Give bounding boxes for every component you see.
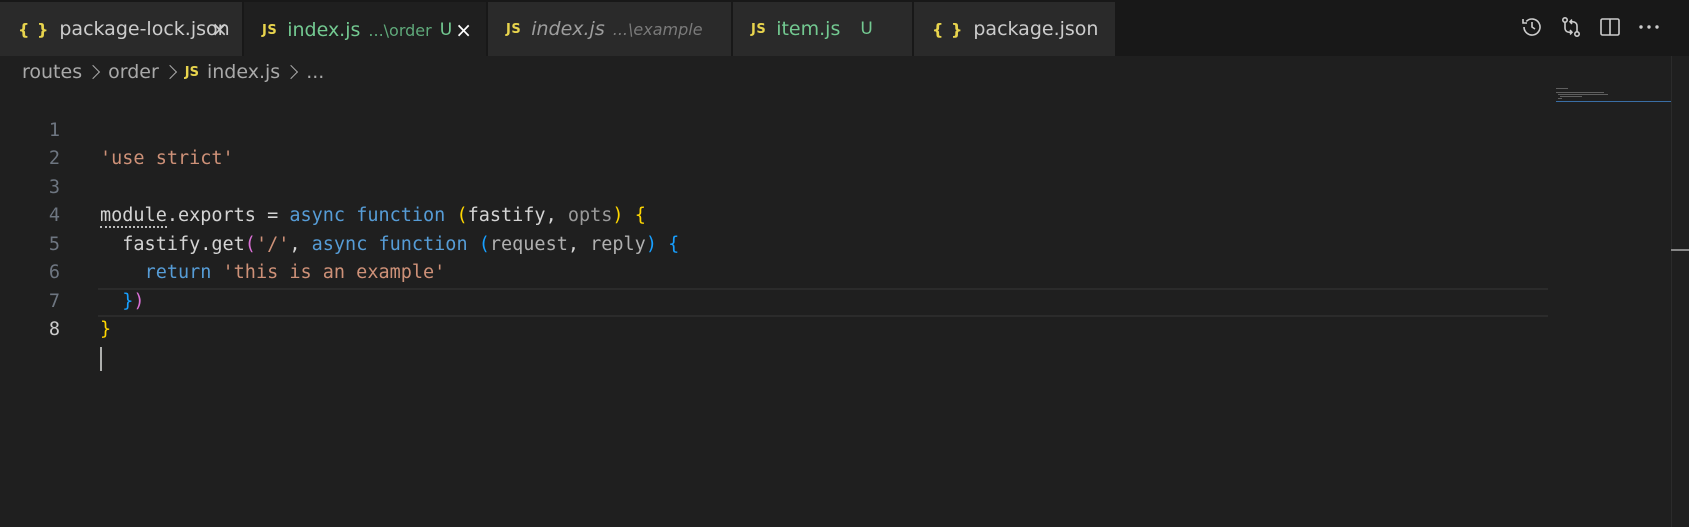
line-content [100,345,102,374]
code-line[interactable]: 2 [0,117,1550,169]
tab-label: item.js [776,18,841,40]
line-content: } [100,316,111,345]
compare-changes-icon[interactable] [1558,12,1583,42]
js-file-icon: JS [751,21,767,37]
minimap-line [1556,88,1568,89]
vertical-scrollbar[interactable] [1671,56,1689,527]
breadcrumb: routes order JS index.js ... [22,58,324,86]
tab-index-js-example[interactable]: JS index.js ...\example [488,2,731,56]
chevron-right-icon [86,64,101,80]
breadcrumb-item-file[interactable]: index.js [207,61,280,83]
minimap-current-line [1556,101,1671,102]
code-line[interactable]: 3 module.exports = async function (fasti… [0,145,1550,228]
chevron-right-icon [162,64,177,80]
tab-package-lock-json[interactable]: { } package-lock.json × [0,2,242,56]
split-editor-icon[interactable] [1597,12,1622,42]
tab-label: package-lock.json [59,18,230,40]
tab-index-js-order[interactable]: JS index.js ...\order U × [244,2,486,56]
tab-label: index.js [531,18,605,40]
breadcrumb-item-order[interactable]: order [108,61,159,83]
js-file-icon: JS [184,64,199,80]
json-file-icon: { } [932,19,964,39]
minimap-line [1558,94,1608,95]
close-icon[interactable]: × [455,20,472,40]
code-line[interactable]: 7 } [0,259,1550,341]
minimap-line [1556,92,1604,93]
scrollbar-cursor-marker [1671,249,1689,251]
more-actions-icon[interactable] [1636,12,1661,42]
breadcrumb-item-routes[interactable]: routes [22,61,82,83]
tab-package-json[interactable]: { } package.json [914,2,1115,56]
chevron-right-icon [284,64,299,80]
minimap-line [1560,96,1582,97]
text-cursor [100,346,102,371]
tab-label: index.js [287,19,361,41]
minimap[interactable] [1556,86,1671,106]
editor-actions [1519,12,1661,42]
history-icon[interactable] [1519,12,1544,42]
tab-label: package.json [973,18,1099,40]
minimap-line [1558,98,1562,99]
code-line[interactable]: 5 return 'this is an example' [0,202,1550,284]
breadcrumb-item-symbols[interactable]: ... [306,61,324,83]
tab-description: ...\order [368,20,432,40]
untracked-badge: U [439,20,453,40]
js-file-icon: JS [506,21,522,37]
tab-bar: { } package-lock.json × JS index.js ...\… [0,0,1689,56]
bracket: } [100,319,112,340]
js-file-icon: JS [262,22,278,38]
tab-item-js[interactable]: JS item.js U [733,2,912,56]
code-line[interactable]: 4 fastify.get('/', async function (reque… [0,174,1550,255]
line-number: 8 [48,319,60,340]
untracked-badge: U [860,19,873,39]
code-line[interactable]: 6 }) [0,231,1550,312]
code-area[interactable]: 1 'use strict' 2 3 module.exports = asyn… [0,88,1550,371]
json-file-icon: { } [18,19,50,39]
code-editor: { } package-lock.json × JS index.js ...\… [0,0,1689,527]
tab-description: ...\example [612,19,703,39]
code-line-current[interactable]: 8 [0,287,1550,371]
close-icon[interactable]: × [211,19,228,39]
code-line[interactable]: 1 'use strict' [0,88,1550,170]
